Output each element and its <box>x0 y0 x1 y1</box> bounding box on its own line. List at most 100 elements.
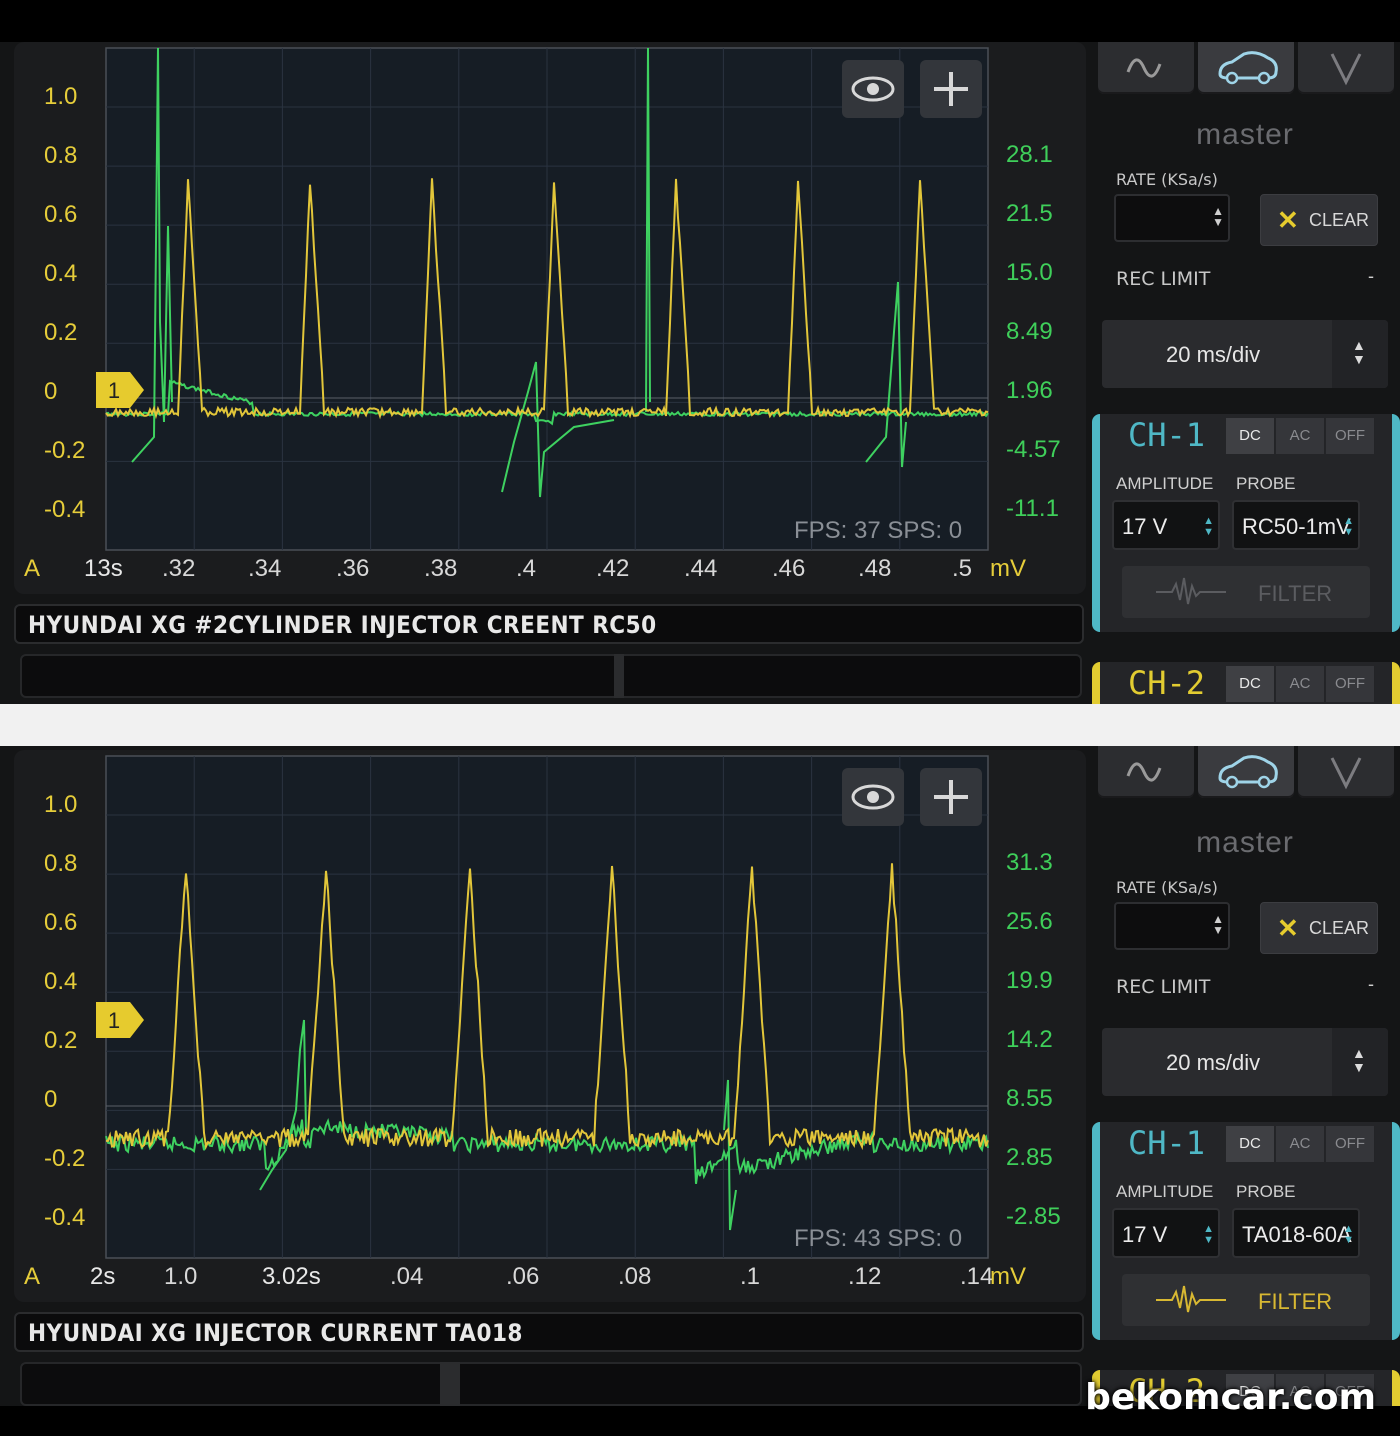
tab-voltage[interactable] <box>1298 746 1394 798</box>
ch1-dc-button[interactable]: DC <box>1226 1126 1275 1162</box>
ch1-off-button[interactable]: OFF <box>1326 1126 1375 1162</box>
probe-select[interactable]: RC50-1mV ▲ ▼ <box>1232 500 1360 550</box>
right-unit-label: mV <box>990 1263 1026 1290</box>
ch1-name: CH-1 <box>1128 1124 1206 1162</box>
ch2-panel: CH-2 DC AC OFF <box>1092 662 1400 704</box>
right-axis-tick: 21.5 <box>1006 200 1053 227</box>
sine-wave-icon <box>1126 762 1162 782</box>
separator <box>0 704 1400 746</box>
rate-input[interactable]: ▲ ▼ <box>1114 194 1230 242</box>
right-axis-tick: -2.85 <box>1006 1203 1061 1230</box>
filter-label: FILTER <box>1258 581 1333 606</box>
trace-title-bar: HYUNDAI XG #2CYLINDER INJECTOR CREENT RC… <box>14 604 1084 644</box>
rate-stepper-icon[interactable]: ▲ ▼ <box>1212 205 1224 228</box>
scope-panel-bottom: 1.0 0.8 0.6 0.4 0.2 0 -0.2 -0.4 31.3 25.6 19.9 14.2… <box>0 746 1400 1406</box>
oscilloscope-plot[interactable]: 1.0 0.8 0.6 0.4 0.2 0 -0.2 -0.4 28.1 21.5 15.0 8.49… <box>14 42 1086 594</box>
timebase-select[interactable]: 20 ms/div ▲ ▼ <box>1102 1028 1388 1096</box>
trace-title: HYUNDAI XG #2CYLINDER INJECTOR CREENT RC… <box>28 611 657 639</box>
clear-x-icon: ✕ <box>1277 913 1299 943</box>
trigger-marker-label: 1 <box>108 378 120 403</box>
left-axis-tick: -0.2 <box>44 1145 85 1172</box>
amplitude-label: AMPLITUDE <box>1116 474 1214 493</box>
left-unit-label: A <box>24 555 40 582</box>
amplitude-select[interactable]: 17 V ▲ ▼ <box>1112 1208 1220 1258</box>
left-axis-tick: 0.2 <box>44 1027 77 1054</box>
scope-screen: 1.0 0.8 0.6 0.4 0.2 0 -0.2 -0.4 31.3 25.6 19.9 14.2… <box>14 750 1086 1302</box>
watermark: bekomcar.com <box>1085 1377 1376 1418</box>
left-axis-tick: 0.6 <box>44 909 77 936</box>
probe-select[interactable]: TA018-60A ▲ ▼ <box>1232 1208 1360 1258</box>
left-axis-tick: 1.0 <box>44 791 77 818</box>
ch1-off-button[interactable]: OFF <box>1326 418 1375 454</box>
rate-label: RATE (KSa/s) <box>1116 170 1218 189</box>
left-axis-tick: 0 <box>44 1086 57 1113</box>
filter-wave-icon <box>1156 1285 1226 1313</box>
clear-label: CLEAR <box>1309 918 1370 938</box>
tab-waveform[interactable] <box>1098 746 1194 798</box>
oscilloscope-plot[interactable]: 1.0 0.8 0.6 0.4 0.2 0 -0.2 -0.4 31.3 25.6 19.9 14.2… <box>14 750 1086 1302</box>
ch1-ac-button[interactable]: AC <box>1276 418 1325 454</box>
timebase-select[interactable]: 20 ms/div ▲ ▼ <box>1102 320 1388 388</box>
rec-limit-label: REC LIMIT <box>1116 268 1211 290</box>
probe-stepper-icon[interactable]: ▲ ▼ <box>1343 1224 1354 1246</box>
right-axis-tick: 15.0 <box>1006 259 1053 286</box>
rate-input[interactable]: ▲ ▼ <box>1114 902 1230 950</box>
tab-voltage[interactable] <box>1298 42 1394 94</box>
ch1-dc-button[interactable]: DC <box>1226 418 1275 454</box>
car-icon <box>1218 51 1278 85</box>
scope-panel-top: 1.0 0.8 0.6 0.4 0.2 0 -0.2 -0.4 28.1 21.5 15.0 8.49… <box>0 42 1400 704</box>
right-axis-tick: 8.55 <box>1006 1085 1053 1112</box>
x-axis-tick: .12 <box>848 1263 881 1290</box>
mode-tabs <box>1098 746 1400 798</box>
left-axis-tick: 0.8 <box>44 142 77 169</box>
left-axis-tick: -0.4 <box>44 496 85 523</box>
tab-vehicle[interactable] <box>1198 42 1294 94</box>
amplitude-stepper-icon[interactable]: ▲ ▼ <box>1203 516 1214 538</box>
mode-tabs <box>1098 42 1400 94</box>
left-axis-tick: 0.4 <box>44 968 77 995</box>
right-axis-tick: -4.57 <box>1006 436 1061 463</box>
master-label: master <box>1196 118 1294 151</box>
left-axis-tick: 1.0 <box>44 83 77 110</box>
x-axis-tick: 3.02s <box>262 1263 321 1290</box>
ch2-ac-button[interactable]: AC <box>1276 666 1325 702</box>
x-axis-tick: .06 <box>506 1263 539 1290</box>
filter-button[interactable]: FILTER <box>1122 566 1370 618</box>
timeline-scrollbar[interactable] <box>20 1362 1082 1406</box>
rate-stepper-icon[interactable]: ▲ ▼ <box>1212 913 1224 936</box>
amplitude-select[interactable]: 17 V ▲ ▼ <box>1112 500 1220 550</box>
filter-label: FILTER <box>1258 1289 1333 1314</box>
amplitude-stepper-icon[interactable]: ▲ ▼ <box>1203 1224 1214 1246</box>
control-sidebar: master RATE (KSa/s) ▲ ▼ ✕ CLEAR REC LIMIT… <box>1090 42 1400 704</box>
amplitude-value: 17 V <box>1122 1222 1168 1247</box>
clear-label: CLEAR <box>1309 210 1370 230</box>
rate-label: RATE (KSa/s) <box>1116 878 1218 897</box>
clear-button[interactable]: ✕ CLEAR <box>1260 902 1378 954</box>
ch1-ac-button[interactable]: AC <box>1276 1126 1325 1162</box>
x-axis-tick: 13s <box>84 555 123 582</box>
filter-button[interactable]: FILTER <box>1122 1274 1370 1326</box>
trace-title: HYUNDAI XG INJECTOR CURRENT TA018 <box>28 1319 523 1347</box>
timebase-stepper[interactable]: ▲ ▼ <box>1332 320 1388 388</box>
x-axis-tick: .04 <box>390 1263 423 1290</box>
right-axis-tick: 1.96 <box>1006 377 1053 404</box>
probe-stepper-icon[interactable]: ▲ ▼ <box>1343 516 1354 538</box>
tab-vehicle[interactable] <box>1198 746 1294 798</box>
timeline-scrollbar[interactable] <box>20 654 1082 698</box>
ch2-off-button[interactable]: OFF <box>1326 666 1375 702</box>
scrollbar-thumb[interactable] <box>440 1362 460 1406</box>
v-icon <box>1330 53 1362 86</box>
right-axis-tick: 25.6 <box>1006 908 1053 935</box>
clear-button[interactable]: ✕ CLEAR <box>1260 194 1378 246</box>
x-axis-tick: .08 <box>618 1263 651 1290</box>
timebase-stepper[interactable]: ▲ ▼ <box>1332 1028 1388 1096</box>
x-axis-tick: .44 <box>684 555 717 582</box>
amplitude-label: AMPLITUDE <box>1116 1182 1214 1201</box>
right-axis-tick: 31.3 <box>1006 849 1053 876</box>
x-axis-tick: .4 <box>516 555 536 582</box>
sine-wave-icon <box>1126 58 1162 78</box>
ch2-dc-button[interactable]: DC <box>1226 666 1275 702</box>
tab-waveform[interactable] <box>1098 42 1194 94</box>
clear-x-icon: ✕ <box>1277 205 1299 235</box>
scrollbar-thumb[interactable] <box>614 654 624 698</box>
